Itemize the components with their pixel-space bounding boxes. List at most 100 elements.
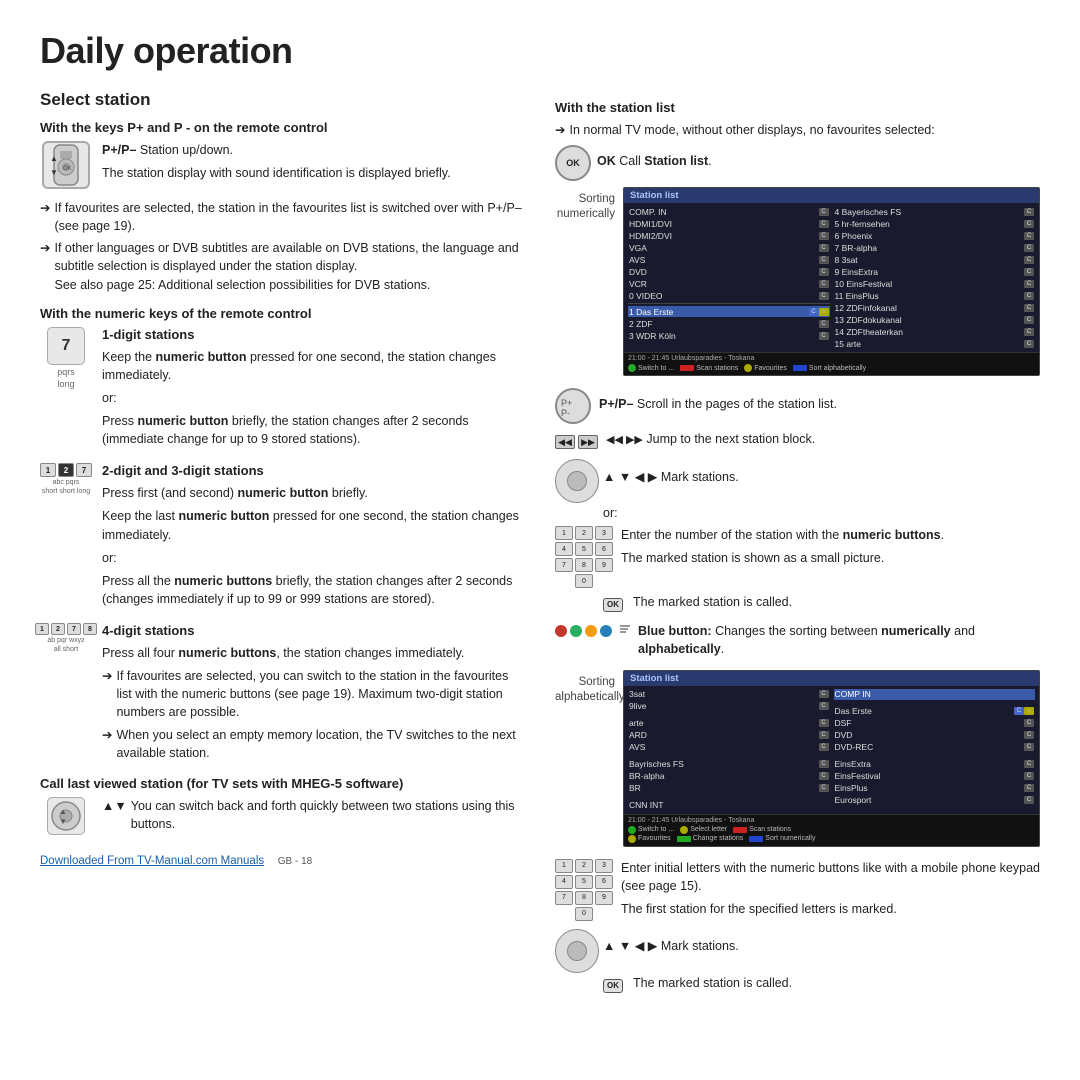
forward-button[interactable]: ▶▶ [578, 435, 598, 449]
arrow-calllast: ▲▼ [102, 797, 127, 833]
digit23-title: 2-digit and 3-digit stations [102, 463, 525, 478]
station-row: 8 3satC [834, 254, 1036, 265]
nav-icon [555, 459, 595, 499]
remote-icon-pp: OK ▲ ▼ [42, 141, 90, 189]
section-title: Select station [40, 90, 525, 110]
arrow-icon-2: ➔ [40, 239, 50, 293]
station-footer-num: 21:00 - 21:45 Urlaubsparadies - Toskana … [624, 352, 1039, 375]
marked-desc: The marked station is shown as a small p… [621, 549, 944, 567]
station-row: Das ErsteC☆ [834, 706, 1036, 717]
remote-img-digit4: 1 2 7 8 ab pqr wxyz all short [40, 623, 92, 653]
station-row: AVSC [628, 254, 830, 265]
station-row: 11 EinsPlusC [834, 290, 1036, 301]
station-col-left-alpha: 3satC 9liveC arteC ARDC AVSC Bayrisches … [628, 689, 830, 811]
digit23-block: 1 2 7 abc pqrs short short long 2-digit … [40, 463, 525, 613]
station-row: COMP. INC [628, 206, 830, 217]
ticker-alpha: 21:00 - 21:45 Urlaubsparadies - Toskana [628, 817, 1035, 824]
blue-button-row: Blue button: Changes the sorting between… [555, 622, 1040, 663]
ok-button-icon: OK [555, 145, 591, 181]
numeric-keypad-icon: 123 456 789 0 [555, 526, 613, 588]
station-list-numerical: Station list COMP. INC HDMI1/DVIC HDMI2/… [623, 187, 1040, 376]
ok-call-label: OK [597, 154, 616, 168]
digit1-title: 1-digit stations [102, 327, 525, 342]
jump-desc: Jump to the next station block. [646, 432, 815, 446]
station-row: 3satC [628, 689, 830, 700]
station-list-title: With the station list [555, 100, 1040, 115]
station-row: 6 PhoenixC [834, 230, 1036, 241]
station-col-left-num: COMP. INC HDMI1/DVIC HDMI2/DVIC VGAC AVS… [628, 206, 830, 349]
station-row: EinsPlusC [834, 783, 1036, 794]
station-row: arteC [628, 718, 830, 729]
station-row: 9liveC [628, 701, 830, 712]
keys-p-title: With the keys P+ and P - on the remote c… [40, 120, 525, 135]
first-station: The first station for the specified lett… [621, 900, 1040, 918]
digit1-sublabel: long [57, 379, 74, 389]
remote-img-calllast: ▲ ▼ [40, 797, 92, 835]
nav-icon-2 [555, 929, 595, 969]
alpha-keypad-icon: 123 456 789 0 [555, 859, 613, 921]
station-row: DSFC [834, 718, 1036, 729]
rewind-button[interactable]: ◀◀ [555, 435, 575, 449]
pp-scroll-icon: P+P- [555, 388, 591, 424]
station-row-highlighted: 1 Das ErsteC☆ [628, 306, 830, 317]
pp-text: P+/P– Station up/down. The station displ… [102, 141, 525, 187]
ok-called-icon-2: OK [603, 979, 623, 993]
pp-scroll-desc: Scroll in the pages of the station list. [637, 397, 837, 411]
pp-scroll-row: P+P- P+/P– Scroll in the pages of the st… [555, 388, 1040, 424]
station-list-alpha-container: Sortingalphabetically Station list 3satC… [555, 670, 1040, 847]
station-col-right-num: 4 Bayerisches FSC 5 hr-fernsehenC 6 Phoe… [834, 206, 1036, 349]
ok-called-row-2: OK The marked station is called. [603, 974, 1040, 997]
calllast-text: ▲▼ You can switch back and forth quickly… [102, 797, 525, 837]
jump-row: ◀◀ ▶▶ ◀◀ ▶▶ Jump to the next station blo… [555, 430, 1040, 454]
ok-called-row: OK The marked station is called. [603, 593, 1040, 616]
station-row: 13 ZDFdokukanalC [834, 314, 1036, 325]
station-row: DVD-RECC [834, 742, 1036, 753]
digit1-text: 1-digit stations Keep the numeric button… [102, 327, 525, 454]
station-row: AVSC [628, 742, 830, 753]
or-text: or: [603, 504, 1040, 522]
sorting-alpha-label: Sortingalphabetically [555, 670, 615, 705]
ticker-num: 21:00 - 21:45 Urlaubsparadies - Toskana [628, 355, 1035, 362]
digit4-text: 4-digit stations Press all four numeric … [102, 623, 525, 766]
numeric-entry-row: 123 456 789 0 Enter the number of the st… [555, 526, 1040, 588]
alpha-entry-row: 123 456 789 0 Enter initial letters with… [555, 859, 1040, 923]
station-list-alpha-body: 3satC 9liveC arteC ARDC AVSC Bayrisches … [624, 686, 1039, 814]
pp-scroll-label: P+/P– [599, 397, 633, 411]
jump-btns: ◀◀ ▶▶ [555, 435, 598, 449]
station-row: DVDC [628, 266, 830, 277]
digit4-block: 1 2 7 8 ab pqr wxyz all short 4-digit st… [40, 623, 525, 766]
station-row-highlighted-alpha: COMP IN [834, 689, 1036, 700]
station-row: EinsExtraC [834, 759, 1036, 770]
station-row: EurosportC [834, 795, 1036, 806]
station-list-alphabetical: Station list 3satC 9liveC arteC ARDC AVS… [623, 670, 1040, 847]
numeric-keys-title: With the numeric keys of the remote cont… [40, 306, 525, 321]
bullet-2-text: If other languages or DVB subtitles are … [54, 241, 518, 273]
bullet-1: ➔ If favourites are selected, the statio… [40, 199, 525, 235]
remote-image-pp: OK ▲ ▼ [40, 141, 92, 189]
ok-called2-desc: The marked station is called. [633, 976, 792, 990]
display-desc: The station display with sound identific… [102, 164, 525, 182]
calllast-icon: ▲ ▼ [47, 797, 85, 835]
blue-btn-desc: Blue button: [638, 624, 712, 638]
svg-text:OK: OK [63, 166, 72, 172]
station-col-right-alpha: COMP IN Das ErsteC☆ DSFC DVDC DVD-RECC E… [834, 689, 1036, 811]
station-row: Bayrisches FSC [628, 759, 830, 770]
arrow-intro: ➔ [555, 121, 565, 139]
remote-img-digit1: 7 pqrs long [40, 327, 92, 389]
station-row: 9 EinsExtraC [834, 266, 1036, 277]
red-btn-icon [555, 625, 567, 637]
bullet-2b-text: See also page 25: Additional selection p… [54, 278, 430, 292]
digit23-text: 2-digit and 3-digit stations Press first… [102, 463, 525, 613]
bullet-2: ➔ If other languages or DVB subtitles ar… [40, 239, 525, 293]
svg-text:▼: ▼ [50, 168, 58, 177]
call-last-title: Call last viewed station (for TV sets wi… [40, 776, 525, 791]
station-row: HDMI2/DVIC [628, 230, 830, 241]
left-column: Select station With the keys P+ and P - … [40, 90, 525, 1060]
station-row: BRC [628, 783, 830, 794]
station-list-alpha-header: Station list [624, 671, 1039, 686]
station-list-num-container: Sortingnumerically Station list COMP. IN… [555, 187, 1040, 376]
footer-link[interactable]: Downloaded From TV-Manual.com Manuals [40, 855, 264, 867]
page: Daily operation Select station With the … [0, 0, 1080, 1080]
digit1-label: pqrs [57, 367, 75, 377]
page-title: Daily operation [40, 30, 1040, 72]
